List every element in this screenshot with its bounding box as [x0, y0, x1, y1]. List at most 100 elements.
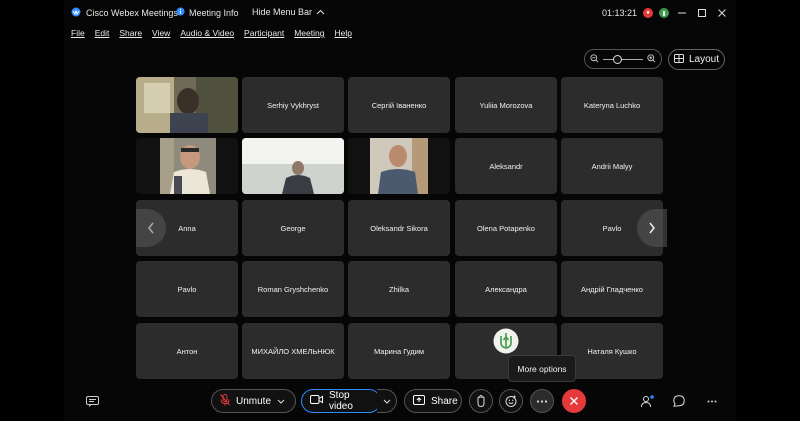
participant-tile-video-1[interactable]	[136, 77, 238, 133]
participant-grid: Serhiy Vykhryst Сергій Іваненко Yuliia M…	[136, 77, 667, 382]
participant-tile[interactable]: Марина Гудим	[348, 323, 450, 379]
participant-name: Roman Gryshchenko	[257, 284, 329, 294]
hide-menu-bar-button[interactable]: Hide Menu Bar	[252, 7, 325, 17]
layout-button[interactable]: Layout	[668, 49, 725, 70]
next-page-button[interactable]	[637, 209, 667, 247]
app-title: Cisco Webex Meetings	[86, 8, 178, 18]
participant-tile[interactable]: Serhiy Vykhryst	[242, 77, 344, 133]
layout-label: Layout	[688, 54, 720, 65]
more-options-button[interactable]	[530, 389, 554, 413]
smiley-icon	[505, 395, 517, 407]
participant-tile[interactable]: Roman Gryshchenko	[242, 261, 344, 317]
participant-tile[interactable]: Pavlo	[136, 261, 238, 317]
network-status-icon[interactable]: ▮	[659, 8, 670, 18]
menu-file[interactable]: File	[71, 28, 85, 38]
grid-layout-icon	[673, 53, 684, 66]
recording-indicator-icon[interactable]: ●	[643, 8, 654, 18]
more-options-tooltip: More options	[508, 355, 576, 382]
participant-name: Andrii Malyy	[591, 161, 633, 171]
participant-tile[interactable]: Сергій Іваненко	[348, 77, 450, 133]
stop-video-button[interactable]: Stop video	[301, 389, 381, 413]
meeting-info-button[interactable]: Meeting Info	[176, 7, 239, 18]
info-icon	[176, 7, 185, 18]
chevron-down-icon[interactable]	[277, 396, 285, 407]
zoom-out-icon[interactable]	[590, 50, 599, 68]
participant-tile[interactable]: Zhilka	[348, 261, 450, 317]
participant-tile[interactable]: Kateryna Luchko	[561, 77, 663, 133]
unmute-button[interactable]: Unmute	[211, 389, 296, 413]
leave-meeting-button[interactable]	[562, 389, 586, 413]
participant-name: Zhilka	[388, 284, 409, 294]
participant-tile-video-3[interactable]	[242, 138, 344, 194]
participant-tile[interactable]: МИХАЙЛО ХМЕЛЬНЮК	[242, 323, 344, 379]
participant-tile[interactable]: Olena Potapenko	[455, 200, 557, 256]
participant-tile[interactable]: Наталя Кушко	[561, 323, 663, 379]
participant-tile[interactable]: Aleksandr	[455, 138, 557, 194]
menu-meeting[interactable]: Meeting	[294, 28, 324, 38]
menu-share[interactable]: Share	[119, 28, 142, 38]
chevron-right-icon	[649, 222, 655, 234]
captions-icon[interactable]	[84, 393, 100, 409]
chevron-left-icon	[148, 222, 154, 234]
menu-view[interactable]: View	[152, 28, 170, 38]
chevron-up-icon	[316, 7, 325, 17]
participant-name: МИХАЙЛО ХМЕЛЬНЮК	[251, 346, 335, 356]
participant-name: Андрій Гладченко	[581, 284, 643, 294]
participant-name: Aleksandr	[489, 161, 523, 171]
zoom-in-icon[interactable]	[647, 50, 656, 68]
participant-name: George	[280, 223, 306, 233]
muted-microphone-icon	[220, 393, 230, 409]
reactions-button[interactable]	[499, 389, 523, 413]
video-camera-icon	[310, 395, 323, 407]
participant-video-frame	[136, 77, 238, 133]
menu-edit[interactable]: Edit	[95, 28, 110, 38]
participant-name: Pavlo	[177, 284, 197, 294]
unmute-label: Unmute	[236, 395, 272, 407]
participant-name: Наталя Кушко	[587, 346, 637, 356]
video-options-button[interactable]	[377, 389, 397, 413]
participant-video-frame	[136, 138, 238, 194]
participant-tile[interactable]: Александра	[455, 261, 557, 317]
participant-name: Антон	[176, 346, 198, 356]
participant-tile[interactable]: Andrii Malyy	[561, 138, 663, 194]
close-window-button[interactable]	[715, 6, 729, 20]
chevron-down-icon	[383, 399, 390, 404]
share-label: Share	[431, 395, 458, 407]
tooltip-text: More options	[517, 363, 567, 374]
minimize-button[interactable]	[675, 6, 689, 20]
meeting-info-label: Meeting Info	[189, 7, 239, 18]
menu-audio-video[interactable]: Audio & Video	[180, 28, 234, 38]
participant-name: Olena Potapenko	[477, 223, 535, 233]
hand-icon	[477, 395, 485, 407]
ellipsis-icon	[536, 399, 548, 403]
webex-window: Cisco Webex Meetings Meeting Info Hide M…	[64, 0, 736, 421]
participant-tile-video-2[interactable]	[136, 138, 238, 194]
participant-name: Pavlo	[602, 223, 622, 233]
participant-name: Anna	[178, 223, 196, 233]
meeting-timer: 01:13:21	[602, 8, 638, 18]
participant-name: Марина Гудим	[373, 346, 425, 356]
participant-name: Александра	[485, 284, 527, 294]
participant-video-frame	[242, 138, 344, 194]
participant-tile[interactable]: George	[242, 200, 344, 256]
title-bar: Cisco Webex Meetings Meeting Info Hide M…	[64, 0, 736, 24]
zoom-control	[584, 49, 662, 69]
participant-tile-video-4[interactable]	[348, 138, 450, 194]
menu-participant[interactable]: Participant	[244, 28, 284, 38]
participant-tile[interactable]: Yuliia Morozova	[455, 77, 557, 133]
raise-hand-button[interactable]	[469, 389, 493, 413]
more-panels-icon[interactable]	[704, 393, 720, 409]
maximize-button[interactable]	[695, 6, 709, 20]
share-screen-icon	[413, 394, 425, 408]
participant-tile[interactable]: Андрій Гладченко	[561, 261, 663, 317]
zoom-slider[interactable]	[603, 54, 643, 64]
participants-panel-icon[interactable]	[639, 393, 655, 409]
participant-tile[interactable]: Антон	[136, 323, 238, 379]
meeting-controls: Unmute Stop video Share	[64, 389, 736, 415]
chat-icon[interactable]	[671, 393, 687, 409]
participant-tile[interactable]: Oleksandr Sikora	[348, 200, 450, 256]
stop-video-label: Stop video	[329, 390, 353, 412]
share-button[interactable]: Share	[404, 389, 462, 413]
menu-help[interactable]: Help	[334, 28, 351, 38]
zoom-slider-handle[interactable]	[613, 54, 622, 64]
